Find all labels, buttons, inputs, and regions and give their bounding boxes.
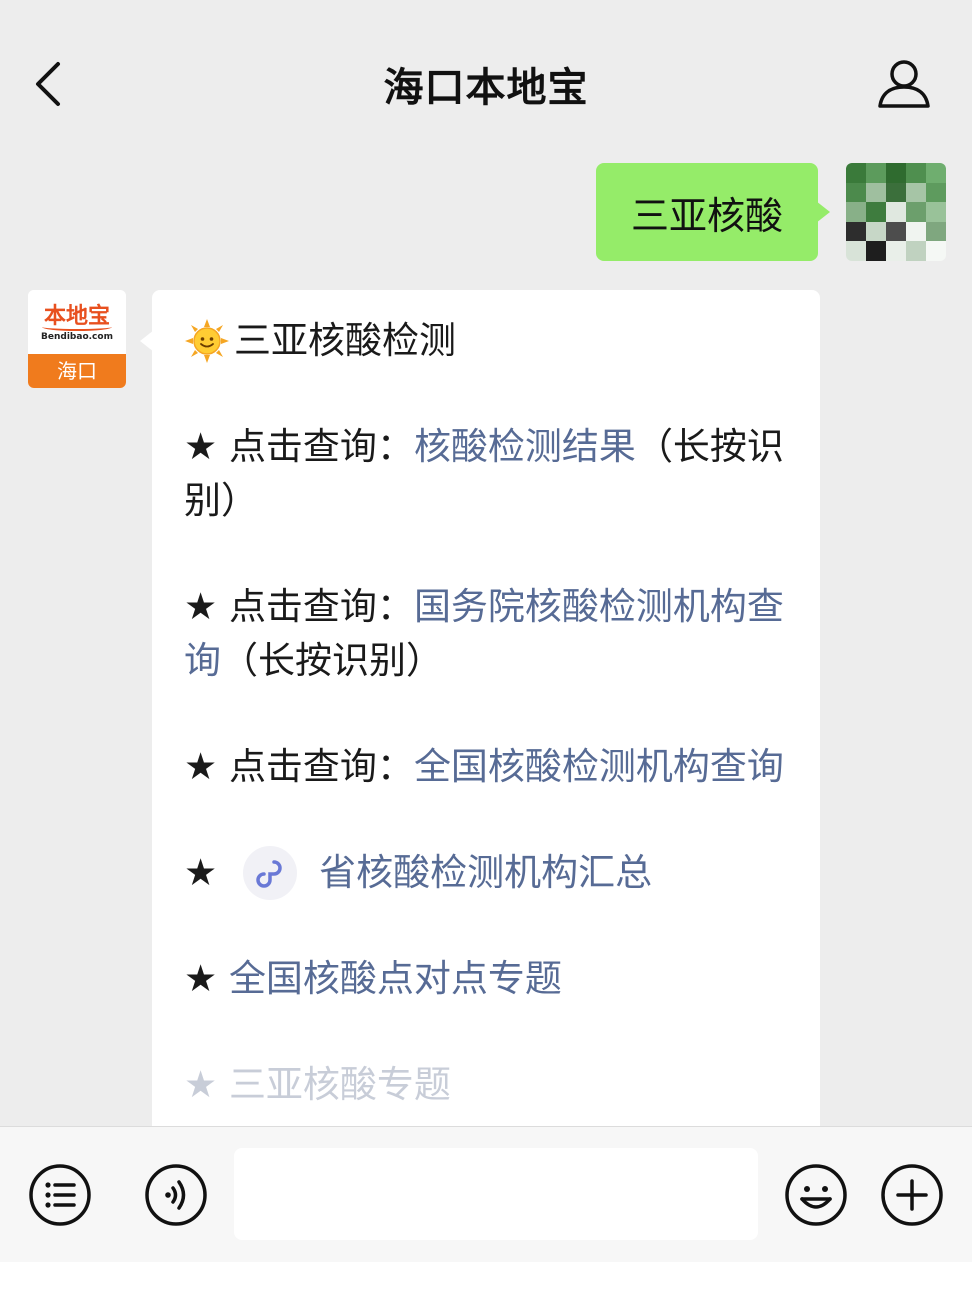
smiley-icon[interactable] bbox=[784, 1163, 848, 1227]
message-item-5: ★ 全国核酸点对点专题 bbox=[184, 952, 792, 1006]
link-test-result[interactable]: 核酸检测结果 bbox=[414, 425, 636, 468]
outgoing-bubble-tail bbox=[816, 201, 830, 223]
message-item-1: ★ 点击查询：核酸检测结果（长按识别） bbox=[184, 420, 792, 528]
message-item-4: ★ 省核酸检测机构汇总 bbox=[184, 846, 792, 900]
mini-program-glyph bbox=[256, 860, 282, 888]
avatar-logo-swoosh bbox=[42, 323, 112, 331]
person-icon[interactable] bbox=[874, 58, 934, 110]
item-prefix: 点击查询： bbox=[228, 585, 414, 628]
outgoing-message-text: 三亚核酸 bbox=[630, 193, 783, 238]
chat-header: 海口本地宝 bbox=[0, 0, 972, 160]
message-item-2: ★ 点击查询：国务院核酸检测机构查询（长按识别） bbox=[184, 580, 792, 688]
message-item-6: ★ 三亚核酸专题 bbox=[184, 1058, 792, 1112]
item-bullet: ★ bbox=[184, 745, 229, 788]
chat-title: 海口本地宝 bbox=[383, 65, 589, 111]
user-avatar[interactable] bbox=[846, 163, 946, 261]
mini-program-link-icon[interactable] bbox=[243, 846, 298, 900]
link-sanya-topic[interactable]: 三亚核酸专题 bbox=[229, 1063, 451, 1106]
list-menu-icon[interactable] bbox=[28, 1163, 92, 1227]
sun-emoji-icon bbox=[185, 319, 229, 363]
message-heading-row: 三亚核酸检测 bbox=[184, 314, 792, 368]
avatar-logo-area: 本地宝 Bendibao.com bbox=[28, 290, 126, 352]
item-bullet: ★ bbox=[184, 957, 229, 1000]
item-bullet: ★ bbox=[184, 425, 229, 468]
item-bullet: ★ bbox=[184, 585, 229, 628]
incoming-message-bubble: 三亚核酸检测 ★ 点击查询：核酸检测结果（长按识别） ★ 点击查询：国务院核酸检… bbox=[152, 290, 820, 1150]
avatar-logo-subtext: Bendibao.com bbox=[41, 332, 113, 342]
message-heading: 三亚核酸检测 bbox=[234, 319, 456, 362]
chat-screen: 海口本地宝 三亚核酸 本地宝 Bendibao.com 海口 三亚核酸检测 ★ … bbox=[0, 0, 972, 1296]
avatar-city-label: 海口 bbox=[28, 354, 126, 388]
account-avatar[interactable]: 本地宝 Bendibao.com 海口 bbox=[28, 290, 126, 388]
footer-strip bbox=[0, 1262, 972, 1296]
voice-icon[interactable] bbox=[144, 1163, 208, 1227]
item-prefix: 点击查询： bbox=[228, 425, 414, 468]
outgoing-message-bubble[interactable]: 三亚核酸 bbox=[596, 163, 818, 261]
item-bullet: ★ bbox=[184, 851, 218, 894]
plus-icon[interactable] bbox=[880, 1163, 944, 1227]
item-suffix: （长按识别） bbox=[221, 639, 443, 682]
link-national-institutions[interactable]: 全国核酸检测机构查询 bbox=[414, 745, 784, 788]
item-prefix: 点击查询： bbox=[228, 745, 414, 788]
item-bullet: ★ bbox=[184, 1063, 229, 1106]
link-national-topic[interactable]: 全国核酸点对点专题 bbox=[229, 957, 562, 1000]
link-provincial-summary[interactable]: 省核酸检测机构汇总 bbox=[319, 846, 652, 900]
message-item-3: ★ 点击查询：全国核酸检测机构查询 bbox=[184, 740, 792, 794]
message-input[interactable] bbox=[234, 1148, 758, 1240]
